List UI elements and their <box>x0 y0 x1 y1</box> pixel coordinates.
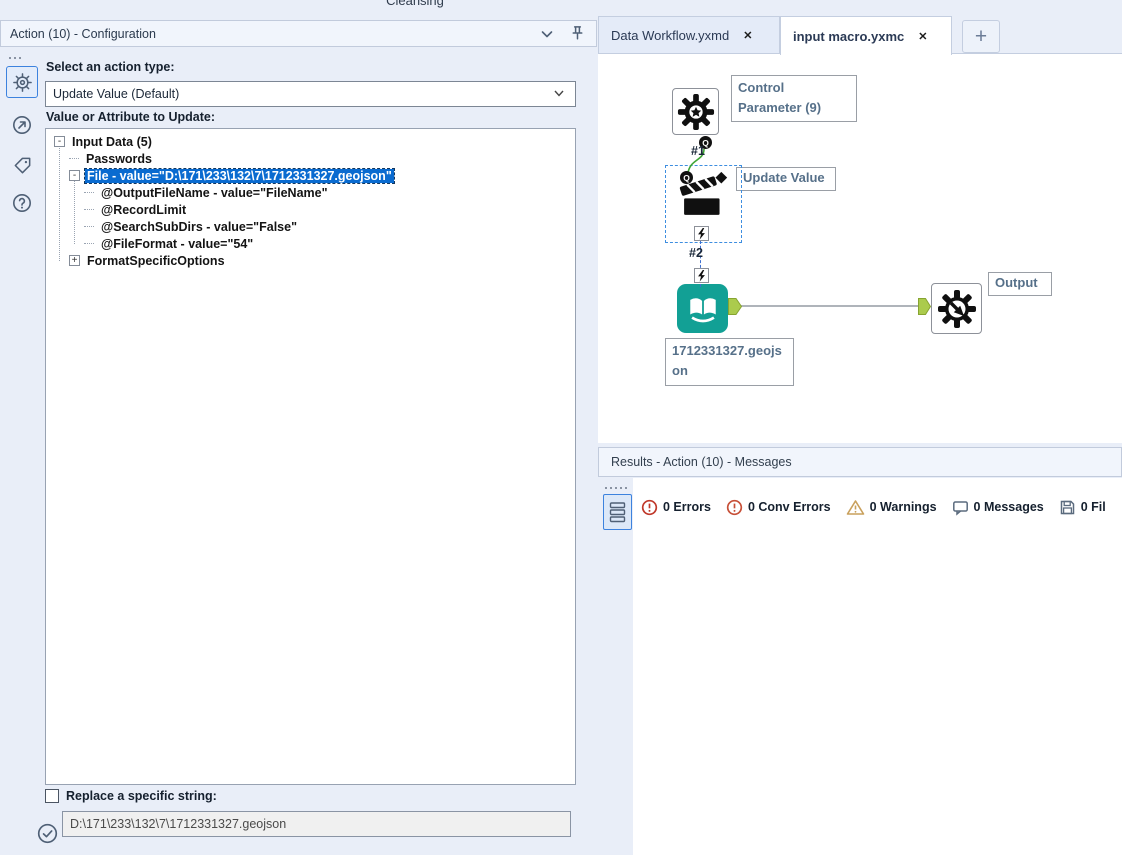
tree-item[interactable]: - Input Data (5) <box>46 133 575 150</box>
open-book-icon <box>689 297 716 322</box>
tree-item[interactable]: @OutputFileName - value="FileName" <box>46 184 575 201</box>
attribute-tree: - Input Data (5) Passwords - File - value="D… <box>45 128 576 785</box>
tree-item-label: @OutputFileName - value="FileName" <box>101 185 328 200</box>
error-icon <box>641 499 658 515</box>
status-warning[interactable]: 0 Warnings <box>846 499 937 516</box>
status-error[interactable]: 0 Errors <box>641 499 711 516</box>
attribute-tree-label: Value or Attribute to Update: <box>46 110 215 124</box>
action-type-selected-value: Update Value (Default) <box>53 87 180 101</box>
close-tab-icon[interactable]: ✕ <box>918 30 927 43</box>
annotation-text: 1712331327.geojson <box>672 343 782 378</box>
output-anchor[interactable] <box>728 298 742 315</box>
configuration-tab-gear-icon[interactable] <box>6 66 38 98</box>
control-parameter-gear-icon <box>677 93 714 130</box>
tree-item-label: Passwords <box>86 151 153 166</box>
status-conv-error[interactable]: 0 Conv Errors <box>726 499 831 516</box>
dropdown-chevron-icon <box>552 86 566 103</box>
tree-leader-line <box>84 192 94 193</box>
collapse-icon[interactable]: - <box>54 136 65 147</box>
results-message-area <box>633 478 1122 855</box>
action-annotation[interactable]: Update Value <box>736 167 836 191</box>
tree-item[interactable]: + FormatSpecificOptions <box>46 252 575 269</box>
replace-string-row: Replace a specific string: <box>45 789 217 803</box>
collapse-panel-chevron-icon[interactable] <box>539 26 555 42</box>
input-data-annotation[interactable]: 1712331327.geojson <box>665 338 794 386</box>
configuration-panel-title: Action (10) - Configuration <box>10 26 156 41</box>
tree-item[interactable]: @FileFormat - value="54" <box>46 235 575 252</box>
action-type-label: Select an action type: <box>46 60 175 74</box>
macro-output-annotation[interactable]: Output <box>988 272 1052 296</box>
tree-item-label: File - value="D:\171\233\132\7\171233132… <box>84 167 395 184</box>
warning-icon <box>846 499 864 515</box>
tab-data-workflow[interactable]: Data Workflow.yxmd ✕ <box>598 16 780 54</box>
annotation-text: Control Parameter (9) <box>738 80 822 115</box>
tree-item-label: @FileFormat - value="54" <box>101 236 254 251</box>
control-parameter-annotation[interactable]: Control Parameter (9) <box>731 75 857 122</box>
status-label: 0 Conv Errors <box>747 500 831 514</box>
connection-label-1: #1 <box>691 144 705 158</box>
tree-item[interactable]: Passwords <box>46 150 575 167</box>
q-anchor-badge: Q <box>680 171 693 184</box>
help-question-icon[interactable] <box>6 187 38 219</box>
results-listview-icon[interactable] <box>603 494 632 530</box>
new-tab-button[interactable]: + <box>962 20 1000 53</box>
expand-icon[interactable]: + <box>69 255 80 266</box>
annotation-text: Update Value <box>743 170 825 185</box>
replace-string-field: D:\171\233\132\7\1712331327.geojson <box>62 811 571 837</box>
conv-error-icon <box>726 499 743 515</box>
tree-leader-line <box>84 243 94 244</box>
alteryx-designer-window: { "ribbon": { "category_label": "Cleansi… <box>0 0 1122 855</box>
status-label: 0 Errors <box>663 500 711 514</box>
tree-item-label: @SearchSubDirs - value="False" <box>101 219 297 234</box>
results-status-bar: 0 Errors 0 Conv Errors 0 Warnings 0 Mess… <box>641 496 1106 518</box>
validation-check-icon <box>36 822 59 850</box>
replace-string-label: Replace a specific string: <box>66 789 217 803</box>
collapse-icon[interactable]: - <box>69 170 80 181</box>
action-anchor-bolt-icon <box>694 226 709 241</box>
tree-item[interactable]: - File - value="D:\171\233\132\7\17123313… <box>46 167 575 184</box>
tree-item-label: FormatSpecificOptions <box>87 253 225 268</box>
results-side-strip <box>598 478 633 855</box>
macro-output-tool[interactable] <box>931 283 982 334</box>
status-file[interactable]: 0 Fil <box>1059 499 1106 516</box>
results-panel-header: Results - Action (10) - Messages <box>598 447 1122 477</box>
replace-string-value: D:\171\233\132\7\1712331327.geojson <box>70 817 287 831</box>
tab-label: Data Workflow.yxmd <box>611 27 730 43</box>
tree-leader-line <box>69 158 79 159</box>
tree-leader-line <box>84 226 94 227</box>
results-panel-title: Results - Action (10) - Messages <box>611 455 792 469</box>
configuration-panel-header: Action (10) - Configuration <box>0 20 597 47</box>
pin-panel-icon[interactable] <box>569 25 586 42</box>
tree-item[interactable]: @SearchSubDirs - value="False" <box>46 218 575 235</box>
annotation-tag-icon[interactable] <box>6 149 38 181</box>
status-label: 0 Warnings <box>869 500 937 514</box>
close-tab-icon[interactable]: ✕ <box>743 29 752 42</box>
tree-leader-line <box>84 209 94 210</box>
output-gear-arrow-icon <box>937 289 976 328</box>
tree-item[interactable]: @RecordLimit <box>46 201 575 218</box>
tab-label: input macro.yxmc <box>793 28 905 44</box>
file-save-icon <box>1060 500 1074 514</box>
tab-input-macro[interactable]: input macro.yxmc ✕ <box>780 16 952 55</box>
tree-item-label: @RecordLimit <box>101 202 187 217</box>
status-label: 0 Messages <box>973 500 1044 514</box>
config-side-toolbar <box>0 47 43 855</box>
annotation-text: Output <box>995 275 1038 290</box>
input-anchor-bolt-icon <box>694 268 709 283</box>
input-data-tool[interactable] <box>677 284 728 333</box>
ribbon-category-label: Cleansing <box>386 0 444 8</box>
status-label: 0 Fil <box>1080 500 1106 514</box>
connection-label-2: #2 <box>689 246 703 260</box>
replace-string-checkbox[interactable] <box>45 789 59 803</box>
status-message[interactable]: 0 Messages <box>952 499 1044 516</box>
message-bubble-icon <box>952 500 968 516</box>
toolbar-drag-handle[interactable] <box>9 57 33 60</box>
control-parameter-tool[interactable] <box>672 88 719 135</box>
navigation-tab-icon[interactable] <box>6 109 38 141</box>
input-anchor[interactable] <box>918 298 931 315</box>
connection-wire[interactable] <box>740 305 920 307</box>
action-type-dropdown[interactable]: Update Value (Default) <box>45 81 576 107</box>
tree-item-label: Input Data (5) <box>72 134 152 149</box>
